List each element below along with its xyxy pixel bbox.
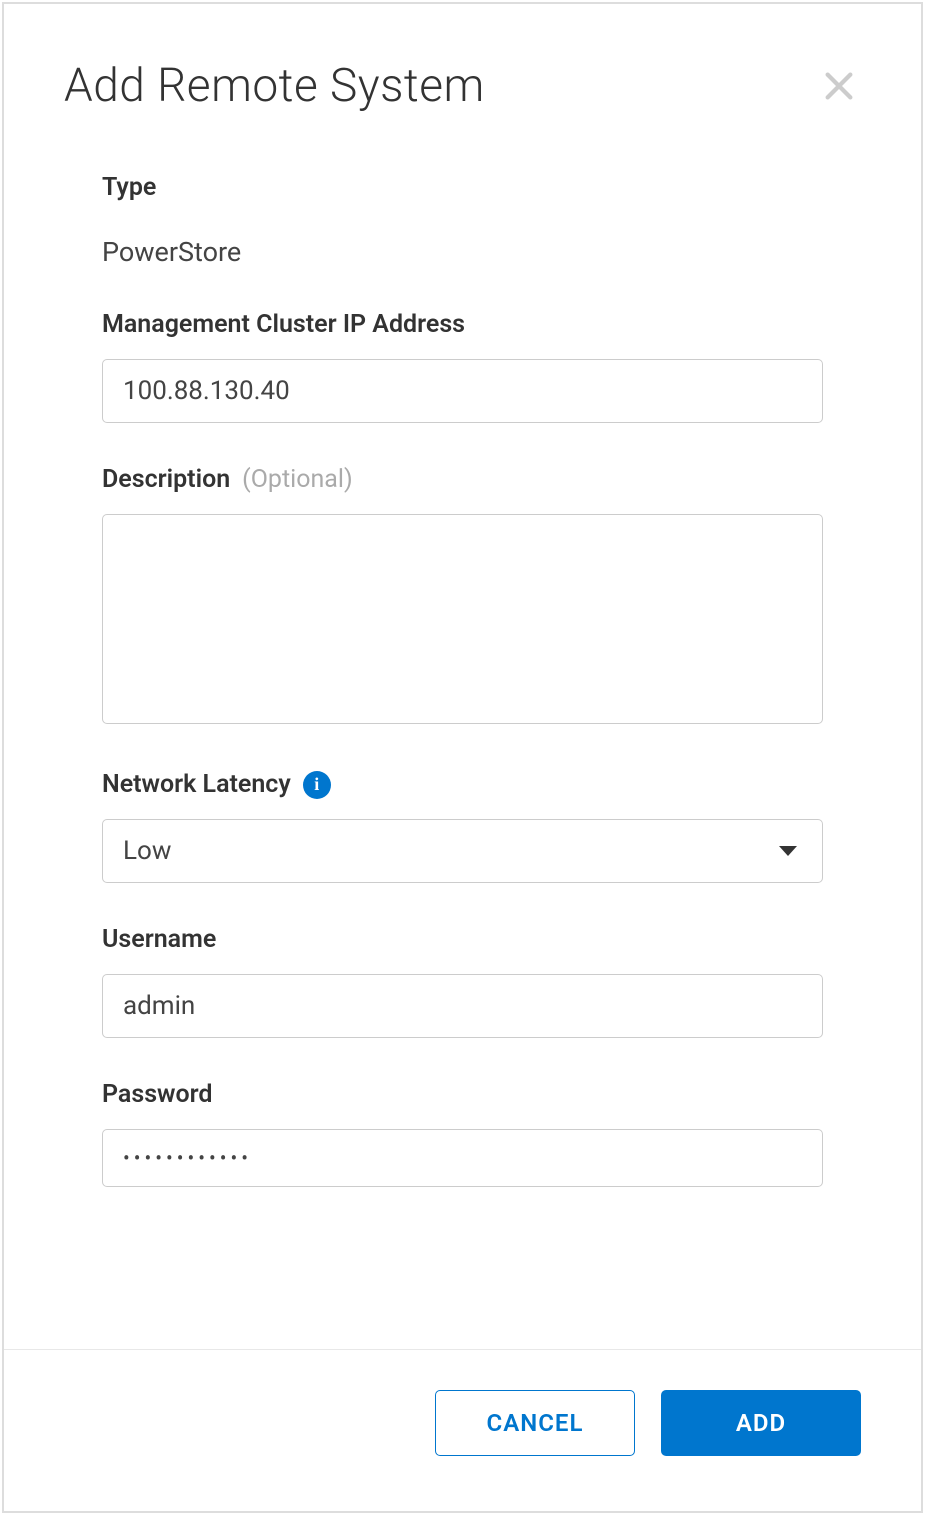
password-input[interactable] (102, 1129, 823, 1187)
dialog-title: Add Remote System (64, 59, 485, 113)
type-label: Type (102, 173, 156, 202)
management-ip-label: Management Cluster IP Address (102, 310, 465, 339)
dialog-body: Type PowerStore Management Cluster IP Ad… (4, 133, 921, 1349)
description-group: Description (Optional) (102, 465, 823, 728)
network-latency-group: Network Latency i Low (102, 770, 823, 883)
dialog-footer: CANCEL ADD (4, 1349, 921, 1511)
username-group: Username (102, 925, 823, 1038)
description-textarea[interactable] (102, 514, 823, 724)
close-icon (822, 69, 856, 103)
close-button[interactable] (817, 64, 861, 108)
password-group: Password (102, 1080, 823, 1187)
add-remote-system-dialog: Add Remote System Type PowerStore Manage… (2, 2, 923, 1513)
username-label: Username (102, 925, 216, 954)
description-optional-hint: (Optional) (242, 465, 353, 494)
password-label: Password (102, 1080, 213, 1109)
dialog-header: Add Remote System (4, 4, 921, 133)
network-latency-select-wrapper: Low (102, 819, 823, 883)
info-icon[interactable]: i (303, 771, 331, 799)
type-group: Type PowerStore (102, 173, 823, 268)
description-label: Description (102, 465, 230, 494)
management-ip-group: Management Cluster IP Address (102, 310, 823, 423)
cancel-button[interactable]: CANCEL (435, 1390, 635, 1456)
network-latency-label: Network Latency (102, 770, 291, 799)
username-input[interactable] (102, 974, 823, 1038)
type-value: PowerStore (102, 236, 823, 268)
management-ip-input[interactable] (102, 359, 823, 423)
network-latency-select[interactable]: Low (102, 819, 823, 883)
add-button[interactable]: ADD (661, 1390, 861, 1456)
